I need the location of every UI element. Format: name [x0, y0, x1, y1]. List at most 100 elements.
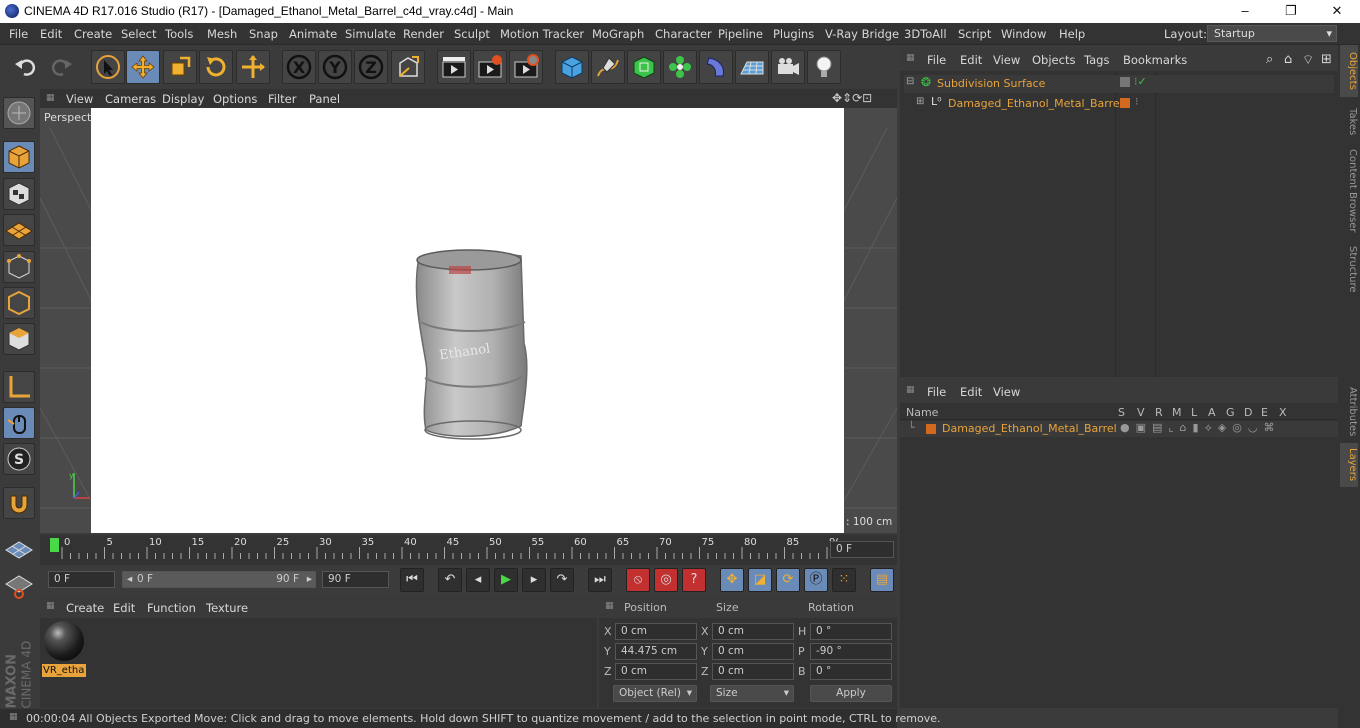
viewport-menu-cameras[interactable]: Cameras: [105, 92, 156, 106]
viewport-nav-icons[interactable]: ✥⇕⟳⊡: [832, 91, 872, 105]
keyframe-selection-button[interactable]: ?: [682, 568, 706, 592]
object-menu-edit[interactable]: Edit: [960, 53, 982, 67]
menu-help[interactable]: Help: [1059, 27, 1085, 41]
menu-pipeline[interactable]: Pipeline: [718, 27, 763, 41]
visibility-dots-icon[interactable]: ⁝: [1135, 95, 1139, 108]
snap-button[interactable]: [3, 487, 35, 519]
tab-attributes[interactable]: Attributes: [1340, 383, 1358, 441]
render-view-button[interactable]: [437, 50, 471, 84]
new-view-icon[interactable]: ⊞: [1321, 52, 1332, 67]
back-icon[interactable]: ⌔: [1302, 52, 1314, 68]
menu-file[interactable]: File: [9, 27, 28, 41]
record-active-objects-button[interactable]: ⦸: [626, 568, 650, 592]
record-rotation-button[interactable]: ⟳: [776, 568, 800, 592]
y-axis-lock-button[interactable]: Y: [318, 50, 352, 84]
menu-snap[interactable]: Snap: [249, 27, 278, 41]
live-selection-button[interactable]: [91, 50, 125, 84]
texture-mode-button[interactable]: [3, 178, 35, 210]
cube-primitive-button[interactable]: [555, 50, 589, 84]
next-frame-button[interactable]: ▸: [522, 568, 546, 592]
workplane-mode-button[interactable]: [3, 214, 35, 246]
viewport-menu-view[interactable]: View: [66, 92, 93, 106]
go-to-start-button[interactable]: ⏮: [400, 568, 424, 592]
floor-button[interactable]: [735, 50, 769, 84]
tweak-mode-button[interactable]: [3, 407, 35, 439]
workplane-lock-button[interactable]: [3, 533, 35, 565]
start-frame-field[interactable]: 0 F: [48, 571, 115, 588]
layer-color-swatch[interactable]: [926, 424, 936, 434]
viewport-menu-panel[interactable]: Panel: [309, 92, 340, 106]
record-position-button[interactable]: ✥: [720, 568, 744, 592]
redo-button[interactable]: [45, 50, 79, 84]
go-to-end-button[interactable]: ⏭: [588, 568, 612, 592]
material-swatch[interactable]: VR_etha: [42, 621, 86, 678]
tab-structure[interactable]: Structure: [1340, 239, 1358, 299]
rot-b-field[interactable]: 0 °: [810, 663, 892, 680]
menu-script[interactable]: Script: [958, 27, 991, 41]
pos-z-field[interactable]: 0 cm: [615, 663, 697, 680]
z-axis-lock-button[interactable]: Z: [354, 50, 388, 84]
make-editable-button[interactable]: [3, 97, 35, 129]
subdivision-surface-button[interactable]: [627, 50, 661, 84]
menu-window[interactable]: Window: [1001, 27, 1046, 41]
workplane-align-button[interactable]: [3, 569, 35, 601]
size-x-field[interactable]: 0 cm: [712, 623, 794, 640]
undo-button[interactable]: [8, 50, 42, 84]
render-to-picture-viewer-button[interactable]: [473, 50, 507, 84]
object-menu-view[interactable]: View: [993, 53, 1020, 67]
material-menu-texture[interactable]: Texture: [206, 601, 248, 615]
apply-button[interactable]: Apply: [810, 685, 892, 702]
record-scale-button[interactable]: ◪: [748, 568, 772, 592]
enabled-check-icon[interactable]: ⁝✓: [1134, 75, 1147, 88]
previous-frame-button[interactable]: ◂: [466, 568, 490, 592]
rot-h-field[interactable]: 0 °: [810, 623, 892, 640]
move-tool-button[interactable]: [126, 50, 160, 84]
layer-toggle-icons[interactable]: ●▣▤⌞⌂▮⟡◈◎◡⌘: [1120, 421, 1281, 435]
transform-tool-button[interactable]: [236, 50, 270, 84]
close-button[interactable]: ✕: [1314, 0, 1360, 23]
playhead[interactable]: [50, 538, 59, 552]
timeline-window-button[interactable]: ▤: [870, 568, 894, 592]
viewport-menu-filter[interactable]: Filter: [268, 92, 296, 106]
expand-icon[interactable]: ⊞: [916, 96, 924, 107]
scale-tool-button[interactable]: [163, 50, 197, 84]
menu-3dtoall[interactable]: 3DToAll: [904, 27, 947, 41]
pos-x-field[interactable]: 0 cm: [615, 623, 697, 640]
render-settings-button[interactable]: [509, 50, 543, 84]
menu-plugins[interactable]: Plugins: [773, 27, 814, 41]
end-frame-field[interactable]: 90 F: [322, 571, 389, 588]
object-menu-tags[interactable]: Tags: [1084, 53, 1109, 67]
record-pla-button[interactable]: ⁙: [832, 568, 856, 592]
size-z-field[interactable]: 0 cm: [712, 663, 794, 680]
timeline[interactable]: 051015202530354045505560657075808590 0 F: [40, 535, 897, 565]
size-y-field[interactable]: 0 cm: [712, 643, 794, 660]
menu-select[interactable]: Select: [121, 27, 156, 41]
menu-character[interactable]: Character: [655, 27, 712, 41]
viewport-menu-options[interactable]: Options: [213, 92, 257, 106]
edges-mode-button[interactable]: [3, 287, 35, 319]
material-menu-create[interactable]: Create: [66, 601, 104, 615]
menu-simulate[interactable]: Simulate: [345, 27, 396, 41]
bend-deformer-button[interactable]: [699, 50, 733, 84]
layer-menu-file[interactable]: File: [927, 385, 946, 399]
object-menu-bookmarks[interactable]: Bookmarks: [1123, 53, 1187, 67]
object-menu-objects[interactable]: Objects: [1032, 53, 1075, 67]
current-frame-field[interactable]: 0 F: [830, 541, 894, 558]
autokeying-button[interactable]: ◎: [654, 568, 678, 592]
polygons-mode-button[interactable]: [3, 323, 35, 355]
menu-sculpt[interactable]: Sculpt: [454, 27, 490, 41]
cloner-button[interactable]: [663, 50, 697, 84]
layer-menu-edit[interactable]: Edit: [960, 385, 982, 399]
menu-render[interactable]: Render: [403, 27, 444, 41]
menu-motion-tracker[interactable]: Motion Tracker: [500, 27, 584, 41]
camera-button[interactable]: [771, 50, 805, 84]
model-mode-button[interactable]: [3, 141, 35, 173]
minimize-button[interactable]: –: [1222, 0, 1268, 23]
rotate-tool-button[interactable]: [199, 50, 233, 84]
viewport[interactable]: Perspective Ethanol y : 100 cm: [40, 108, 897, 533]
menu-animate[interactable]: Animate: [289, 27, 337, 41]
record-parameter-button[interactable]: Ⓟ: [804, 568, 828, 592]
menu-tools[interactable]: Tools: [165, 27, 193, 41]
menu-edit[interactable]: Edit: [40, 27, 62, 41]
coordinate-mode-dropdown[interactable]: Object (Rel) ▾: [613, 685, 697, 702]
